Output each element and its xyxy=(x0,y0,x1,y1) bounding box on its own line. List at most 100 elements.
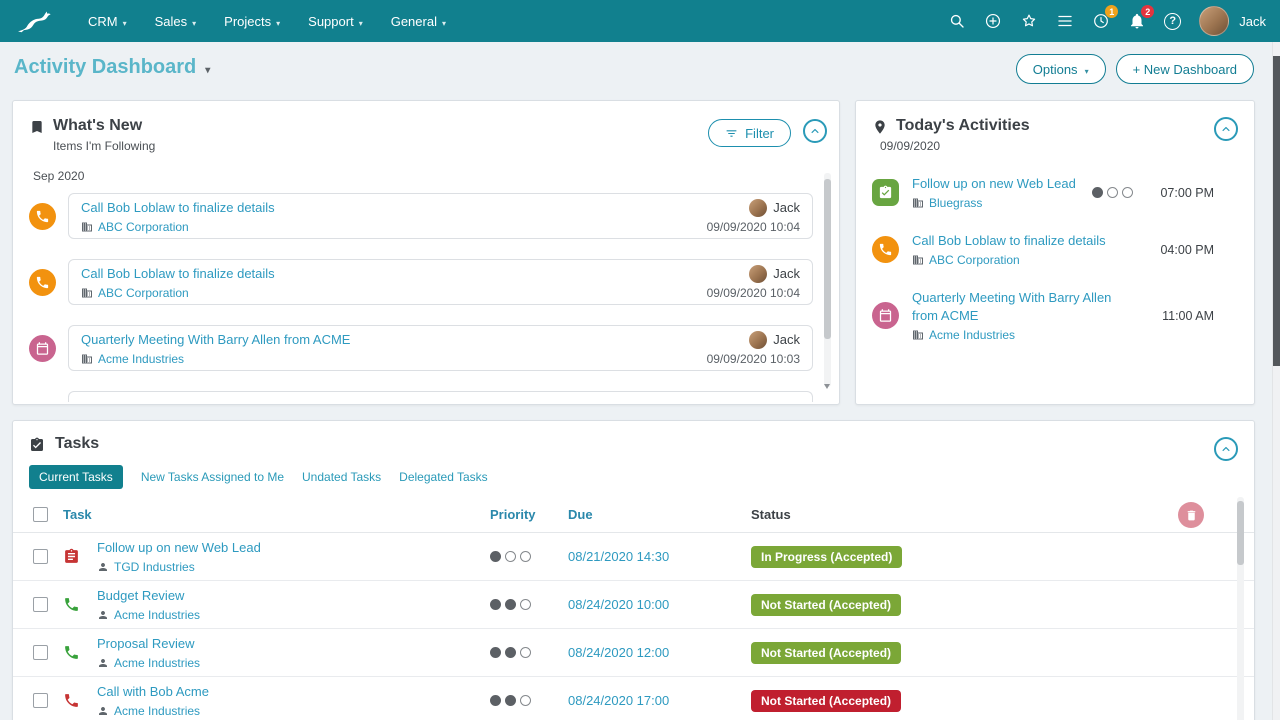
collapse-tasks-button[interactable] xyxy=(1214,437,1238,461)
search-icon[interactable] xyxy=(948,12,966,30)
page-title[interactable]: Activity Dashboard xyxy=(14,56,210,79)
chevron-up-icon xyxy=(1222,446,1230,452)
activity-company-link[interactable]: Bluegrass xyxy=(929,196,982,210)
chevron-up-icon xyxy=(811,128,819,134)
activity-item[interactable]: Follow up on new Web Lead Bluegrass 07:0… xyxy=(856,167,1254,218)
feed-item-box[interactable]: Call Bob Loblaw to finalize details ABC … xyxy=(68,259,813,305)
user-avatar[interactable] xyxy=(1199,6,1230,36)
reminders-clock-icon[interactable]: 1 xyxy=(1092,5,1119,30)
add-record-icon[interactable] xyxy=(984,12,1002,30)
task-row: Budget Review Acme Industries 08/24/2020… xyxy=(13,581,1254,629)
chevron-down-icon xyxy=(359,14,363,29)
task-due-link[interactable]: 08/24/2020 10:00 xyxy=(568,597,751,612)
todays-activities-header: Today's Activities xyxy=(856,101,1254,135)
tasks-tab[interactable]: Undated Tasks xyxy=(302,465,381,489)
menu-item[interactable]: Sales xyxy=(155,14,197,29)
person-icon xyxy=(99,563,107,571)
tasks-title: Tasks xyxy=(55,435,100,452)
activities-list: Follow up on new Web Lead Bluegrass 07:0… xyxy=(856,167,1254,350)
row-checkbox[interactable] xyxy=(33,597,48,612)
options-button[interactable]: Options xyxy=(1015,54,1106,84)
task-type-icon xyxy=(63,644,80,661)
row-checkbox[interactable] xyxy=(33,549,48,564)
feed-item-user: Jack xyxy=(773,200,800,215)
task-title-link[interactable]: Call with Bob Acme xyxy=(97,684,209,699)
column-header-due[interactable]: Due xyxy=(568,507,751,522)
task-company-link[interactable]: Acme Industries xyxy=(114,656,200,670)
tasks-tab[interactable]: Current Tasks xyxy=(29,465,123,489)
task-company-link[interactable]: Acme Industries xyxy=(114,704,200,718)
page-scrollbar-thumb[interactable] xyxy=(1273,56,1280,366)
task-title-link[interactable]: Budget Review xyxy=(97,588,184,603)
chevron-down-icon xyxy=(1085,62,1089,77)
status-badge: Not Started (Accepted) xyxy=(751,593,902,616)
activity-company-link[interactable]: Acme Industries xyxy=(929,328,1015,342)
tasks-tab[interactable]: Delegated Tasks xyxy=(399,465,488,489)
activity-item[interactable]: Call Bob Loblaw to finalize details ABC … xyxy=(856,224,1254,275)
tasks-card: Tasks Current Tasks New Tasks Assigned t… xyxy=(12,420,1255,720)
help-icon[interactable] xyxy=(1164,12,1182,30)
top-navbar: CRM Sales Projects Support General 1 2 xyxy=(0,0,1280,42)
new-dashboard-button[interactable]: + New Dashboard xyxy=(1115,54,1254,84)
delete-tasks-button[interactable] xyxy=(1178,502,1204,528)
feed-item-company-link[interactable]: ABC Corporation xyxy=(98,286,189,300)
activity-title-link[interactable]: Call Bob Loblaw to finalize details xyxy=(912,233,1106,248)
navbar-actions: 1 2 Jack xyxy=(948,5,1266,36)
menu-item[interactable]: Projects xyxy=(224,14,280,29)
feed-item-company-link[interactable]: Acme Industries xyxy=(98,352,184,366)
bookmark-icon xyxy=(29,119,45,135)
feed-item-user: Jack xyxy=(773,266,800,281)
feed-item-title-link[interactable]: Quarterly Meeting With Barry Allen from … xyxy=(81,332,350,347)
chevron-down-icon xyxy=(276,14,280,29)
row-checkbox[interactable] xyxy=(33,645,48,660)
feed-item: Call Bob Loblaw to finalize details ABC … xyxy=(29,193,813,239)
row-checkbox[interactable] xyxy=(33,693,48,708)
activity-item[interactable]: Quarterly Meeting With Barry Allen from … xyxy=(856,281,1254,350)
building-icon xyxy=(913,255,923,265)
favorites-star-icon[interactable] xyxy=(1020,12,1038,30)
task-title-link[interactable]: Follow up on new Web Lead xyxy=(97,540,261,555)
scroll-down-arrow[interactable] xyxy=(824,384,830,389)
scrollbar-thumb[interactable] xyxy=(1237,501,1244,565)
user-name[interactable]: Jack xyxy=(1239,14,1266,29)
chevron-down-icon xyxy=(205,56,210,79)
activity-title-link[interactable]: Follow up on new Web Lead xyxy=(912,176,1076,191)
feed-item-box[interactable]: Call Bob Loblaw to finalize details ABC … xyxy=(68,193,813,239)
menu-item[interactable]: General xyxy=(391,14,446,29)
person-icon xyxy=(99,659,107,667)
menu-item[interactable]: Support xyxy=(308,14,363,29)
clock-badge: 1 xyxy=(1105,5,1119,18)
collapse-whats-new-button[interactable] xyxy=(803,119,827,143)
item-type-icon xyxy=(29,202,56,230)
main-menu: CRM Sales Projects Support General xyxy=(88,14,446,29)
kangaroo-logo[interactable] xyxy=(14,7,64,35)
feed-item-title-link[interactable]: Call Bob Loblaw to finalize details xyxy=(81,200,275,215)
whats-new-scrollbar[interactable] xyxy=(824,173,831,389)
select-all-checkbox[interactable] xyxy=(33,507,48,522)
feed-item-title-link[interactable]: Call Bob Loblaw to finalize details xyxy=(81,266,275,281)
collapse-activities-button[interactable] xyxy=(1214,117,1238,141)
task-due-link[interactable]: 08/24/2020 12:00 xyxy=(568,645,751,660)
chevron-down-icon xyxy=(442,14,446,29)
task-title-link[interactable]: Proposal Review xyxy=(97,636,195,651)
filter-button[interactable]: Filter xyxy=(708,119,791,147)
menu-item[interactable]: CRM xyxy=(88,14,127,29)
notifications-bell-icon[interactable]: 2 xyxy=(1128,5,1155,30)
feed-item-company-link[interactable]: ABC Corporation xyxy=(98,220,189,234)
tasks-scrollbar[interactable] xyxy=(1237,497,1244,720)
task-company-link[interactable]: TGD Industries xyxy=(114,560,195,574)
task-due-link[interactable]: 08/21/2020 14:30 xyxy=(568,549,751,564)
recent-list-icon[interactable] xyxy=(1056,12,1074,30)
activity-company-link[interactable]: ABC Corporation xyxy=(929,253,1020,267)
activity-title-link[interactable]: Quarterly Meeting With Barry Allen from … xyxy=(912,290,1111,323)
dashboard-actions: Options + New Dashboard xyxy=(1015,54,1254,84)
activity-time: 11:00 AM xyxy=(1162,308,1214,323)
task-company-link[interactable]: Acme Industries xyxy=(114,608,200,622)
task-due-link[interactable]: 08/24/2020 17:00 xyxy=(568,693,751,708)
page-scrollbar[interactable] xyxy=(1272,42,1280,720)
column-header-task[interactable]: Task xyxy=(63,507,490,522)
feed-item-box[interactable]: Quarterly Meeting With Barry Allen from … xyxy=(68,325,813,371)
scrollbar-thumb[interactable] xyxy=(824,179,831,339)
column-header-priority[interactable]: Priority xyxy=(490,507,568,522)
tasks-tab[interactable]: New Tasks Assigned to Me xyxy=(141,465,284,489)
